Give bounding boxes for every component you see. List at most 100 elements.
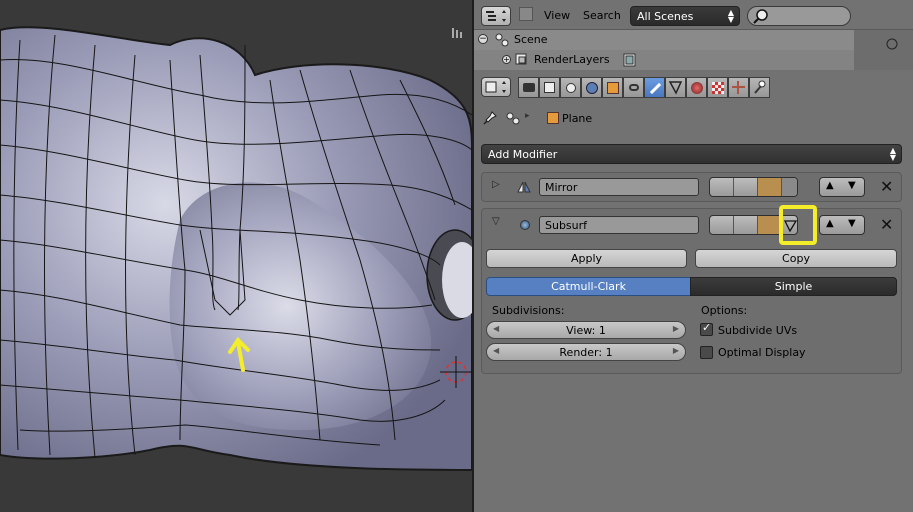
optimal-display-checkbox[interactable] (700, 346, 713, 359)
outliner-restrict-columns (854, 30, 913, 70)
move-down-icon[interactable]: ▼ (848, 218, 856, 229)
dropdown-arrows-icon: ▲ ▼ (727, 8, 734, 24)
editor-type-button[interactable] (481, 6, 511, 26)
tab-physics[interactable] (749, 77, 770, 98)
modifier-panel-mirror: ▷ Mirror ▲ ▼ ✕ (481, 172, 902, 202)
display-mode-dropdown[interactable]: All Scenes ▲ ▼ (630, 6, 740, 26)
tab-object[interactable] (602, 77, 623, 98)
subdivisions-label: Subdivisions: (492, 304, 565, 317)
tab-data[interactable] (665, 77, 686, 98)
outliner-row-scene[interactable]: − Scene (474, 30, 854, 50)
collapse-menu-icon[interactable] (519, 7, 533, 21)
modifier-panel-subsurf: ▽ Subsurf ▲ ▼ ✕ Apply Copy Catmull-Clark… (481, 205, 902, 374)
tab-constraints[interactable] (623, 77, 644, 98)
properties-context: ▸ Plane (474, 104, 913, 132)
object-cube-icon (607, 82, 619, 94)
material-icon (691, 82, 703, 94)
renderlayer-icon[interactable] (622, 52, 638, 68)
tab-render-layers[interactable] (539, 77, 560, 98)
remove-modifier-icon[interactable]: ✕ (880, 177, 893, 196)
tab-particles[interactable] (728, 77, 749, 98)
optimal-display-label: Optimal Display (718, 346, 806, 359)
pin-icon[interactable] (482, 110, 498, 126)
render-levels-field[interactable]: ◀ Render: 1 ▶ (486, 343, 686, 361)
move-up-icon[interactable]: ▲ (826, 180, 834, 191)
menu-view[interactable]: View (544, 9, 570, 22)
modifier-move-buttons: ▲ ▼ (819, 177, 865, 197)
decrement-icon[interactable]: ◀ (493, 324, 499, 333)
world-icon (586, 82, 598, 94)
properties-editor-icon (485, 81, 506, 93)
object-cube-icon (547, 112, 559, 124)
breadcrumb-separator-icon: ▸ (525, 111, 530, 121)
mirror-modifier-icon (517, 181, 531, 193)
subdivide-uvs-label: Subdivide UVs (718, 324, 798, 337)
move-up-icon[interactable]: ▲ (826, 218, 834, 229)
subsurf-modifier-icon (520, 220, 530, 230)
scene-context-icon (506, 112, 520, 125)
expand-icon[interactable]: + (502, 55, 511, 64)
renderlayers-icon (515, 53, 527, 65)
tab-scene[interactable] (560, 77, 581, 98)
physics-icon (754, 80, 766, 94)
renderlayers-tab-icon (544, 82, 555, 93)
tab-render[interactable] (518, 77, 539, 98)
particles-icon (732, 81, 745, 94)
constraint-chain-icon (629, 84, 639, 91)
3d-viewport[interactable] (0, 0, 472, 512)
render-levels-value: Render: 1 (559, 346, 613, 359)
move-down-icon[interactable]: ▼ (848, 180, 856, 191)
render-toggle-camera-icon[interactable] (710, 178, 734, 196)
mesh-render (0, 0, 472, 512)
properties-header (474, 72, 913, 102)
tab-texture[interactable] (707, 77, 728, 98)
add-modifier-label: Add Modifier (488, 148, 558, 161)
menu-search[interactable]: Search (583, 9, 621, 22)
viewport-toggle-eye-icon[interactable] (734, 216, 758, 234)
subdivide-uvs-checkbox[interactable]: ✓ (700, 321, 713, 336)
tab-material[interactable] (686, 77, 707, 98)
collapse-arrow-icon[interactable]: ▽ (492, 216, 500, 227)
scene-tab-icon (566, 83, 576, 93)
decrement-icon[interactable]: ◀ (493, 346, 499, 355)
catmull-clark-toggle[interactable]: Catmull-Clark (486, 277, 691, 296)
apply-button[interactable]: Apply (486, 249, 687, 268)
scene-icon (495, 33, 509, 47)
outliner-row-renderlayers[interactable]: + RenderLayers (474, 50, 854, 70)
outliner-label-renderlayers: RenderLayers (534, 53, 610, 66)
outliner-search-input[interactable] (747, 6, 851, 26)
render-toggle-camera-icon[interactable] (710, 216, 734, 234)
mesh-data-icon (668, 81, 683, 95)
collapse-icon[interactable]: − (478, 34, 488, 44)
viewport-toggle-eye-icon[interactable] (734, 178, 758, 196)
modifier-display-toggles (709, 177, 798, 197)
search-icon (753, 9, 768, 24)
checkmark-icon: ✓ (702, 321, 712, 334)
texture-icon (712, 82, 724, 94)
modifier-name-field[interactable]: Mirror (539, 178, 699, 196)
editmode-toggle-icon[interactable] (758, 178, 782, 196)
remove-modifier-icon[interactable]: ✕ (880, 215, 893, 234)
outliner-editor-icon (486, 10, 506, 22)
editor-panel: View Search All Scenes ▲ ▼ − Scene + Ren… (474, 0, 913, 512)
increment-icon[interactable]: ▶ (673, 346, 679, 355)
display-mode-value: All Scenes (637, 10, 694, 23)
simple-toggle[interactable]: Simple (690, 277, 897, 296)
tab-modifiers[interactable] (644, 77, 665, 98)
restrict-view-icon[interactable] (882, 34, 902, 54)
copy-button[interactable]: Copy (695, 249, 897, 268)
dropdown-arrows-icon: ▲ ▼ (889, 146, 896, 162)
add-modifier-dropdown[interactable]: Add Modifier ▲ ▼ (481, 144, 902, 164)
outliner-header: View Search All Scenes ▲ ▼ (474, 0, 913, 30)
increment-icon[interactable]: ▶ (673, 324, 679, 333)
outliner-label-scene: Scene (514, 33, 548, 46)
modifier-name-field[interactable]: Subsurf (539, 216, 699, 234)
outliner-list: − Scene + RenderLayers (474, 30, 913, 70)
expand-arrow-icon[interactable]: ▷ (492, 179, 500, 190)
cage-toggle-icon[interactable] (782, 178, 797, 196)
modifier-move-buttons: ▲ ▼ (819, 215, 865, 235)
properties-editor-type-button[interactable] (481, 77, 511, 97)
tab-world[interactable] (581, 77, 602, 98)
view-levels-field[interactable]: ◀ View: 1 ▶ (486, 321, 686, 339)
wrench-icon (649, 82, 662, 95)
